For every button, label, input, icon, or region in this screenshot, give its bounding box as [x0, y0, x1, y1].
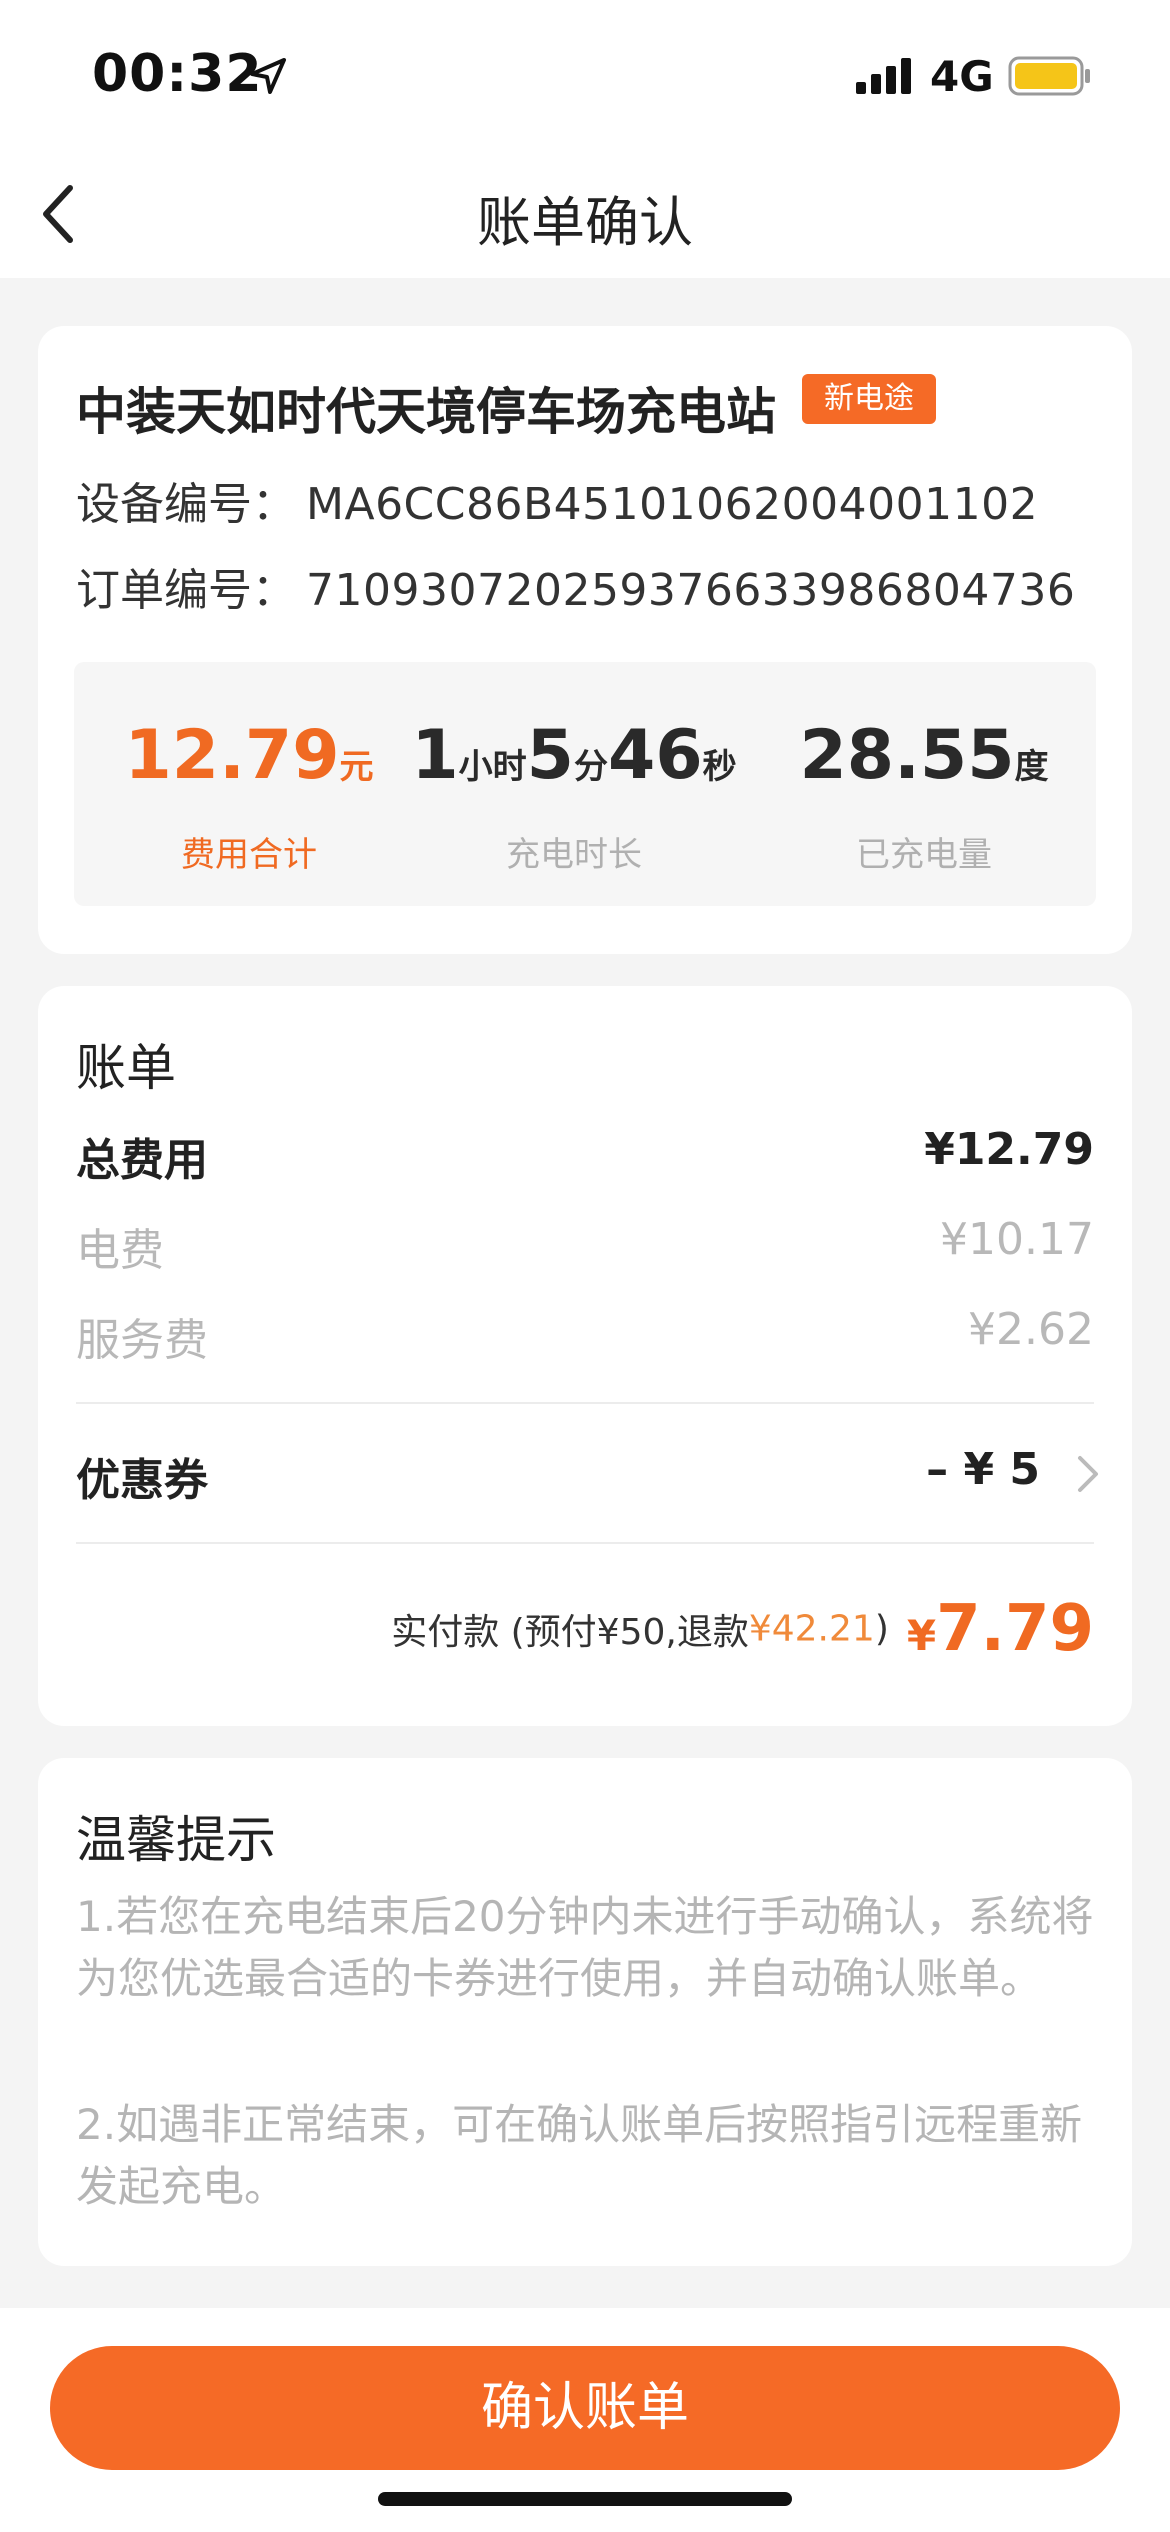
bill-title: 账单 [76, 1039, 176, 1097]
location-arrow-icon [250, 58, 286, 94]
electricity-fee-value: ¥10.17 [940, 1214, 1094, 1265]
status-bar: 00:32 4G [0, 0, 1170, 150]
duration-minutes: 5 [526, 716, 574, 795]
cost-value: 12.79 [124, 716, 340, 795]
status-time: 00:32 [92, 44, 263, 104]
confirm-bill-button[interactable]: 确认账单 [50, 2346, 1120, 2470]
cost-label: 费用合计 [181, 835, 317, 875]
duration-minutes-unit: 分 [574, 747, 608, 787]
bill-card: 账单 总费用 ¥12.79 电费 ¥10.17 服务费 ¥2.62 优惠券 – … [38, 986, 1132, 1726]
tips-card: 温馨提示 1.若您在充电结束后20分钟内未进行手动确认，系统将为您优选最合适的卡… [38, 1758, 1132, 2266]
battery-icon [1008, 56, 1090, 96]
yen-sign: ¥ [906, 1611, 937, 1660]
cost-unit: 元 [339, 747, 374, 787]
energy-unit: 度 [1014, 747, 1049, 787]
station-name: 中装天如时代天境停车场充电站 [76, 383, 776, 441]
stat-total-cost: 12.79元 费用合计 [104, 714, 394, 876]
duration-seconds: 46 [608, 716, 703, 795]
duration-label: 充电时长 [506, 835, 642, 875]
total-fee-label: 总费用 [76, 1135, 208, 1186]
service-fee-row: 服务费 ¥2.62 [76, 1304, 1094, 1366]
device-number-value: MA6CC86B4510106200400110​2 [306, 479, 1039, 530]
electricity-fee-row: 电费 ¥10.17 [76, 1214, 1094, 1276]
actual-payment: 实付款 (预付¥50,退款¥42.21) ¥7.79 [391, 1592, 1094, 1666]
order-number-label: 订单编号： [76, 565, 296, 616]
stat-energy: 28.55度 已充电量 [764, 714, 1084, 876]
network-type: 4G [930, 52, 994, 101]
coupon-label: 优惠券 [76, 1455, 208, 1506]
service-fee-label: 服务费 [76, 1315, 208, 1366]
bottom-bar: 确认账单 [0, 2308, 1170, 2532]
divider [76, 1402, 1094, 1404]
duration-hours-unit: 小时 [458, 747, 527, 787]
energy-value: 28.55 [799, 716, 1015, 795]
order-number-value: 710930720259376633986804736 [306, 565, 1076, 616]
order-number-row: 订单编号： 710930720259376633986804736 [76, 554, 1075, 618]
brand-tag: 新电途 [802, 374, 936, 424]
nav-bar: 账单确认 [0, 150, 1170, 278]
service-fee-value: ¥2.62 [968, 1304, 1094, 1355]
device-number-label: 设备编号： [76, 479, 296, 530]
device-number-row: 设备编号： MA6CC86B4510106200400110​2 [76, 468, 1038, 532]
station-card: 中装天如时代天境停车场充电站 新电途 设备编号： MA6CC86B45101062… [38, 326, 1132, 954]
energy-label: 已充电量 [856, 835, 992, 875]
duration-hours: 1 [411, 716, 459, 795]
stat-duration: 1小时5分46秒 充电时长 [404, 714, 744, 876]
tips-title: 温馨提示 [76, 1811, 276, 1869]
home-indicator [378, 2492, 792, 2506]
tip-item: 2.如遇非正常结束，可在确认账单后按照指引远程重新发起充电。 [76, 2100, 1083, 2211]
divider [76, 1542, 1094, 1544]
payment-note-prefix: 实付款 (预付¥50,退款 [391, 1612, 749, 1653]
coupon-row[interactable]: 优惠券 – ¥ 5 [76, 1444, 1098, 1506]
chevron-right-icon [1078, 1456, 1098, 1492]
duration-seconds-unit: 秒 [702, 747, 737, 787]
total-fee-value: ¥12.79 [924, 1124, 1094, 1175]
page-title: 账单确认 [477, 191, 693, 254]
coupon-value: – ¥ 5 [926, 1444, 1040, 1495]
actual-payment-amount: ¥7.79 [907, 1592, 1094, 1666]
payment-note-suffix: ) [874, 1608, 889, 1650]
refund-amount: ¥42.21 [748, 1608, 875, 1650]
signal-bars-icon [856, 58, 911, 94]
electricity-fee-label: 电费 [76, 1225, 164, 1276]
payment-value: 7.79 [936, 1592, 1094, 1666]
total-fee-row: 总费用 ¥12.79 [76, 1124, 1094, 1186]
tip-item: 1.若您在充电结束后20分钟内未进行手动确认，系统将为您优选最合适的卡券进行使用… [76, 1892, 1094, 2003]
charging-stats: 12.79元 费用合计 1小时5分46秒 充电时长 28.55度 已充电量 [74, 662, 1096, 906]
